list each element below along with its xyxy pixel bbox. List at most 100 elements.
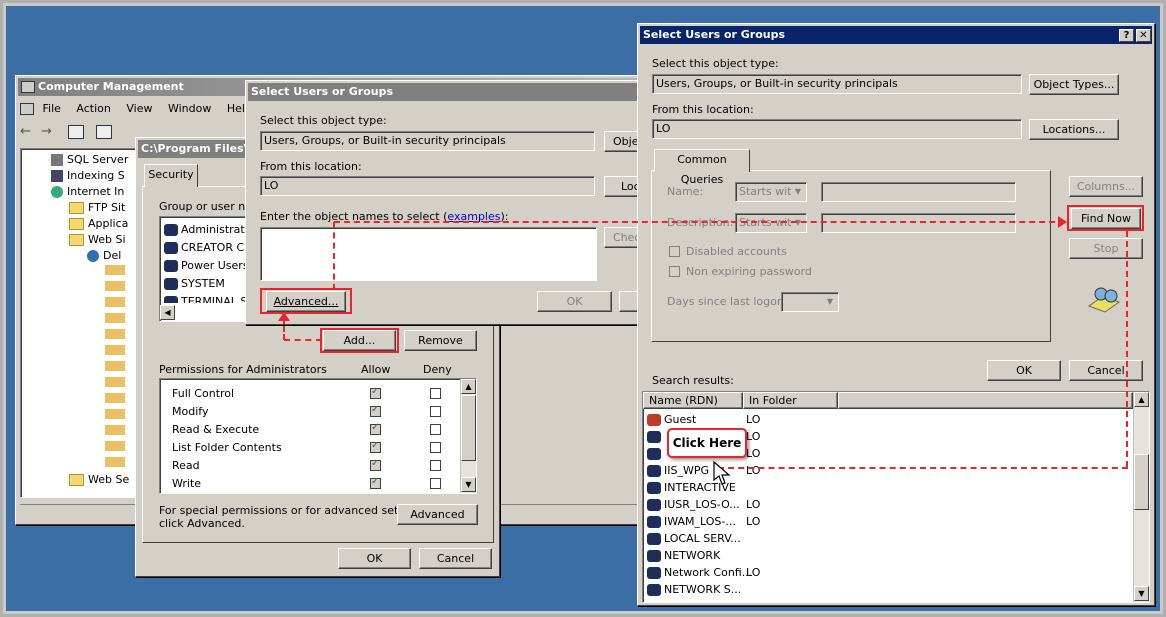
- user-group-icon: [164, 224, 178, 236]
- deny-checkbox[interactable]: [430, 478, 441, 489]
- result-folder: LO: [746, 413, 761, 426]
- tree-item-applica[interactable]: Applica: [69, 215, 128, 232]
- deny-checkbox[interactable]: [430, 388, 441, 399]
- scroll-left-button[interactable]: ◀: [160, 305, 175, 320]
- column-header-name[interactable]: Name (RDN): [643, 392, 743, 409]
- find-now-highlight: [1067, 205, 1144, 231]
- help-button[interactable]: ?: [1119, 29, 1134, 42]
- tree-item-default[interactable]: Del: [87, 247, 121, 264]
- description-value-field[interactable]: [821, 213, 1016, 233]
- iis-icon: [51, 186, 63, 198]
- result-row[interactable]: NETWORK S...: [647, 581, 1127, 598]
- connector-results: [718, 467, 1128, 469]
- result-folder: LO: [746, 515, 761, 528]
- object-type-label: Select this object type:: [652, 57, 779, 70]
- deny-checkbox[interactable]: [430, 442, 441, 453]
- ok-button[interactable]: OK: [338, 548, 411, 569]
- scroll-up-button[interactable]: ▲: [461, 379, 476, 394]
- column-header-folder[interactable]: In Folder: [743, 392, 838, 409]
- tree-item-indexing[interactable]: Indexing S: [51, 167, 125, 184]
- permissions-scrollbar[interactable]: ▲ ▼: [460, 379, 476, 493]
- result-row[interactable]: Network Confi...LO: [647, 564, 1127, 581]
- location-label: From this location:: [652, 103, 754, 116]
- tree-item-ftp[interactable]: FTP Sit: [69, 199, 125, 216]
- deny-checkbox[interactable]: [430, 424, 441, 435]
- cancel-button[interactable]: Cancel: [1069, 360, 1143, 381]
- menu-icon: [20, 103, 34, 115]
- cancel-button[interactable]: Cancel: [419, 548, 492, 569]
- permissions-list: Full Control Modify Read & Execute List …: [159, 378, 477, 494]
- scroll-thumb[interactable]: [461, 395, 476, 461]
- globe-icon: [87, 250, 99, 262]
- scroll-up-button[interactable]: ▲: [1134, 392, 1149, 407]
- common-queries-tab[interactable]: Common Queries: [654, 149, 750, 186]
- menu-file[interactable]: File: [43, 102, 61, 115]
- object-names-input[interactable]: [260, 227, 597, 281]
- deny-checkbox[interactable]: [430, 460, 441, 471]
- non-expiring-label: Non expiring password: [686, 265, 812, 278]
- columns-button[interactable]: Columns...: [1069, 176, 1143, 197]
- location-label: From this location:: [260, 160, 362, 173]
- result-row[interactable]: NETWORK: [647, 547, 1127, 564]
- back-arrow-icon[interactable]: ←: [20, 124, 31, 139]
- result-row[interactable]: LOCAL SERV...: [647, 530, 1127, 547]
- tree-item-sql[interactable]: SQL Server: [51, 151, 128, 168]
- advanced-permissions-button[interactable]: Advanced: [397, 504, 478, 525]
- non-expiring-checkbox[interactable]: [669, 266, 680, 277]
- forward-arrow-icon[interactable]: →: [41, 124, 52, 139]
- user-group-icon: [647, 482, 661, 494]
- menu-window[interactable]: Window: [168, 102, 211, 115]
- results-scrollbar[interactable]: ▲ ▼: [1133, 392, 1149, 602]
- indexing-icon: [51, 170, 63, 182]
- user-item[interactable]: SYSTEM: [164, 275, 225, 292]
- result-name: NETWORK: [664, 549, 721, 562]
- name-operator-select[interactable]: Starts with ▼: [735, 182, 807, 202]
- toolbar: ← →: [20, 124, 113, 144]
- user-group-icon: [647, 567, 661, 579]
- security-tab[interactable]: Security: [144, 164, 198, 187]
- scroll-down-button[interactable]: ▼: [461, 477, 476, 492]
- search-results-label: Search results:: [652, 374, 734, 387]
- show-hide-tree-icon[interactable]: [68, 124, 85, 139]
- result-row[interactable]: IUSR_LOS-O... LO: [647, 496, 1127, 513]
- tree-item-websites[interactable]: Web Si: [69, 231, 126, 248]
- allow-header: Allow: [361, 363, 391, 376]
- tree-item-iis[interactable]: Internet In: [51, 183, 124, 200]
- object-types-button[interactable]: Object Types...: [1029, 74, 1119, 95]
- ok-button[interactable]: OK: [537, 291, 612, 312]
- user-item[interactable]: Administrator: [164, 221, 256, 238]
- result-row[interactable]: IWAM_LOS-... LO: [647, 513, 1127, 530]
- stop-button[interactable]: Stop: [1069, 238, 1143, 259]
- ok-button[interactable]: OK: [987, 360, 1061, 381]
- tree-children: [105, 265, 125, 470]
- locations-button[interactable]: Locations...: [1029, 119, 1119, 140]
- user-group-icon: [647, 465, 661, 477]
- connector-findnow-down: [1126, 231, 1128, 467]
- select-adv-title: Select Users or Groups: [643, 28, 786, 41]
- result-folder: LO: [746, 447, 761, 460]
- remove-button[interactable]: Remove: [404, 330, 477, 351]
- menu-view[interactable]: View: [126, 102, 152, 115]
- permission-label: Modify: [172, 405, 209, 418]
- user-item[interactable]: Power Users: [164, 257, 249, 274]
- user-item[interactable]: CREATOR C: [164, 239, 244, 256]
- scroll-thumb[interactable]: [1134, 454, 1149, 510]
- days-since-select[interactable]: ▼: [781, 292, 839, 312]
- user-item[interactable]: TERMINAL S: [164, 293, 247, 303]
- search-results-list[interactable]: Name (RDN) In Folder Guest LO LO LO IIS_WPG L…: [642, 391, 1150, 603]
- advanced-button-highlight: [260, 288, 352, 314]
- user-group-icon: [164, 260, 178, 272]
- disabled-accounts-checkbox[interactable]: [669, 246, 680, 257]
- menu-action[interactable]: Action: [76, 102, 110, 115]
- tree-item-webse[interactable]: Web Se: [69, 471, 129, 488]
- deny-checkbox[interactable]: [430, 406, 441, 417]
- close-icon[interactable]: ✕: [1136, 29, 1151, 42]
- scroll-down-button[interactable]: ▼: [1134, 586, 1149, 601]
- user-group-icon: [647, 550, 661, 562]
- properties-icon[interactable]: [96, 124, 113, 139]
- name-value-field[interactable]: [821, 182, 1016, 202]
- user-group-icon: [647, 499, 661, 511]
- result-row[interactable]: Guest LO: [647, 411, 1127, 428]
- description-operator-select[interactable]: Starts with ▼: [735, 213, 807, 233]
- folder-icon: [69, 234, 84, 246]
